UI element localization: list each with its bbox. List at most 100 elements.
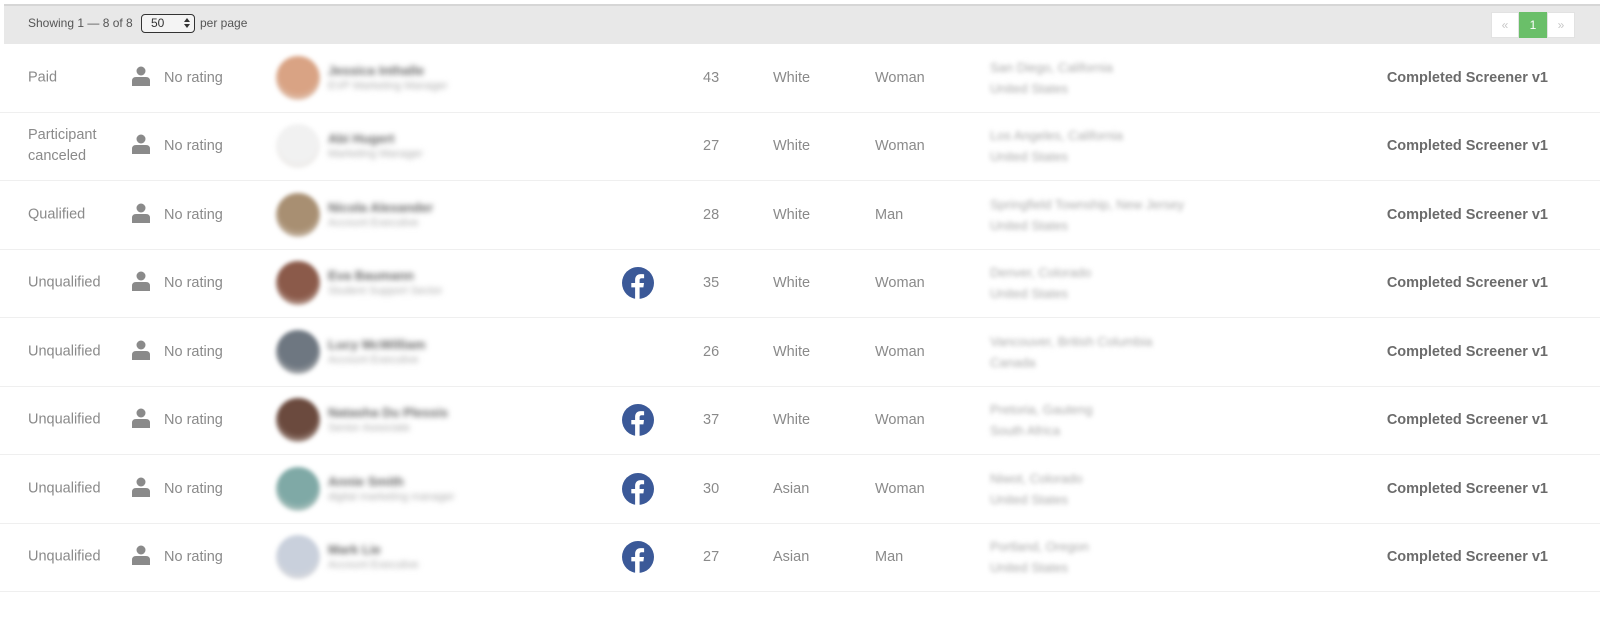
status-label: Participant canceled: [28, 127, 97, 165]
table-toolbar: Showing 1 — 8 of 8 50 per page « 1 »: [4, 4, 1600, 44]
participant-name-block[interactable]: Mark Lie Account Executive: [328, 542, 419, 572]
participant-role: Account Executive: [328, 216, 419, 229]
participant-name[interactable]: Nicola Alexander: [328, 200, 433, 216]
table-row[interactable]: Unqualified No rating Lucy McWilliam Acc…: [0, 318, 1600, 387]
location: Niwot, Colorado United States: [990, 468, 1083, 510]
facebook-icon[interactable]: [622, 541, 654, 574]
gender-value: Woman: [875, 69, 925, 86]
participant-name-block[interactable]: Abi Hugert Marketing Manager: [328, 131, 423, 161]
participant-role: Marketing Manager: [328, 148, 423, 161]
location: Denver, Colorado United States: [990, 262, 1091, 304]
participant-name[interactable]: Abi Hugert: [328, 131, 423, 147]
page-1-button[interactable]: 1: [1519, 12, 1547, 38]
avatar: [276, 124, 320, 169]
gender-value: Woman: [875, 480, 925, 497]
person-icon: [132, 477, 150, 497]
person-icon: [132, 545, 150, 566]
status-label: Unqualified: [28, 548, 101, 565]
location-country: United States: [990, 286, 1069, 302]
screener-status[interactable]: Completed Screener v1: [1387, 412, 1548, 428]
person-icon: [132, 340, 150, 360]
rating-label: No rating: [164, 343, 223, 360]
participant-name-block[interactable]: Jessica Inthalle EVP Marketing Manager: [328, 63, 448, 93]
participant-name-block[interactable]: Lucy McWilliam Account Executive: [328, 337, 425, 367]
screener-status[interactable]: Completed Screener v1: [1387, 481, 1548, 497]
age-value: 43: [703, 69, 720, 86]
participant-name[interactable]: Mark Lie: [328, 542, 419, 558]
race-value: White: [773, 343, 811, 360]
location-city: Los Angeles, California: [990, 128, 1123, 144]
participant-name-block[interactable]: Nicola Alexander Account Executive: [328, 200, 433, 230]
person-icon: [132, 66, 150, 86]
table-row[interactable]: Unqualified No rating Mark Lie Account E…: [0, 524, 1600, 592]
table-row[interactable]: Unqualified No rating Annie Smith digita…: [0, 455, 1600, 524]
table-row[interactable]: Qualified No rating Nicola Alexander Acc…: [0, 181, 1600, 250]
gender-value: Woman: [875, 275, 925, 292]
participant-name[interactable]: Eva Baumann: [328, 268, 442, 284]
status-label: Unqualified: [28, 411, 101, 428]
screener-status[interactable]: Completed Screener v1: [1387, 549, 1548, 565]
gender-value: Woman: [875, 138, 925, 155]
location-city: Pretoria, Gauteng: [990, 402, 1093, 418]
per-page-select[interactable]: 50: [141, 14, 195, 33]
location-country: United States: [990, 491, 1069, 507]
race-value: Asian: [773, 480, 810, 497]
person-icon: [132, 408, 150, 429]
status-label: Unqualified: [28, 480, 101, 497]
prev-page-button[interactable]: «: [1491, 12, 1519, 38]
pagination: « 1 »: [1491, 12, 1575, 38]
participant-role: digital marketing manager: [328, 490, 455, 503]
participant-name[interactable]: Annie Smith: [328, 474, 455, 490]
table-row[interactable]: Paid No rating Jessica Inthalle EVP Mark…: [0, 44, 1600, 113]
location-country: Canada: [990, 354, 1036, 370]
location: Portland, Oregon United States: [990, 536, 1089, 578]
screener-status[interactable]: Completed Screener v1: [1387, 275, 1548, 291]
table-row[interactable]: Participant canceled No rating Abi Huger…: [0, 113, 1600, 181]
age-value: 26: [703, 343, 720, 360]
age-value: 37: [703, 412, 720, 429]
next-page-button[interactable]: »: [1547, 12, 1575, 38]
location-country: United States: [990, 217, 1069, 233]
table-row[interactable]: Unqualified No rating Eva Baumann Studen…: [0, 250, 1600, 318]
participant-name-block[interactable]: Annie Smith digital marketing manager: [328, 474, 455, 504]
participant-role: Senior Associate: [328, 422, 410, 435]
participant-role: Account Executive: [328, 559, 419, 572]
participant-table: Paid No rating Jessica Inthalle EVP Mark…: [0, 44, 1600, 592]
race-value: White: [773, 69, 811, 86]
results-count: Showing 1 — 8 of 8: [28, 16, 133, 30]
person-icon: [132, 271, 150, 292]
facebook-icon[interactable]: [622, 404, 654, 437]
screener-status[interactable]: Completed Screener v1: [1387, 344, 1548, 360]
participant-name[interactable]: Natasha Du Plessis: [328, 405, 448, 421]
avatar: [276, 192, 320, 237]
facebook-icon[interactable]: [622, 267, 654, 300]
participant-name[interactable]: Lucy McWilliam: [328, 337, 425, 353]
rating-label: No rating: [164, 275, 223, 292]
screener-status[interactable]: Completed Screener v1: [1387, 70, 1548, 86]
table-row[interactable]: Unqualified No rating Natasha Du Plessis…: [0, 387, 1600, 455]
participant-name-block[interactable]: Eva Baumann Student Support Sector: [328, 268, 442, 298]
race-value: White: [773, 138, 811, 155]
participant-name-block[interactable]: Natasha Du Plessis Senior Associate: [328, 405, 448, 435]
facebook-icon[interactable]: [622, 472, 654, 505]
location-city: San Diego, California: [990, 59, 1113, 75]
location-country: United States: [990, 560, 1069, 576]
per-page-label: per page: [200, 16, 248, 30]
age-value: 28: [703, 206, 720, 223]
age-value: 35: [703, 275, 720, 292]
screener-status[interactable]: Completed Screener v1: [1387, 207, 1548, 223]
location-city: Niwot, Colorado: [990, 470, 1083, 486]
race-value: White: [773, 275, 811, 292]
participant-name[interactable]: Jessica Inthalle: [328, 63, 448, 79]
select-arrows-icon: [184, 18, 190, 28]
avatar: [276, 535, 320, 580]
rating-label: No rating: [164, 412, 223, 429]
participant-role: Account Executive: [328, 353, 419, 366]
person-icon: [132, 134, 150, 155]
screener-status[interactable]: Completed Screener v1: [1387, 138, 1548, 154]
rating-label: No rating: [164, 69, 223, 86]
race-value: White: [773, 412, 811, 429]
rating-label: No rating: [164, 138, 223, 155]
status-label: Unqualified: [28, 343, 101, 360]
location-city: Portland, Oregon: [990, 539, 1090, 555]
